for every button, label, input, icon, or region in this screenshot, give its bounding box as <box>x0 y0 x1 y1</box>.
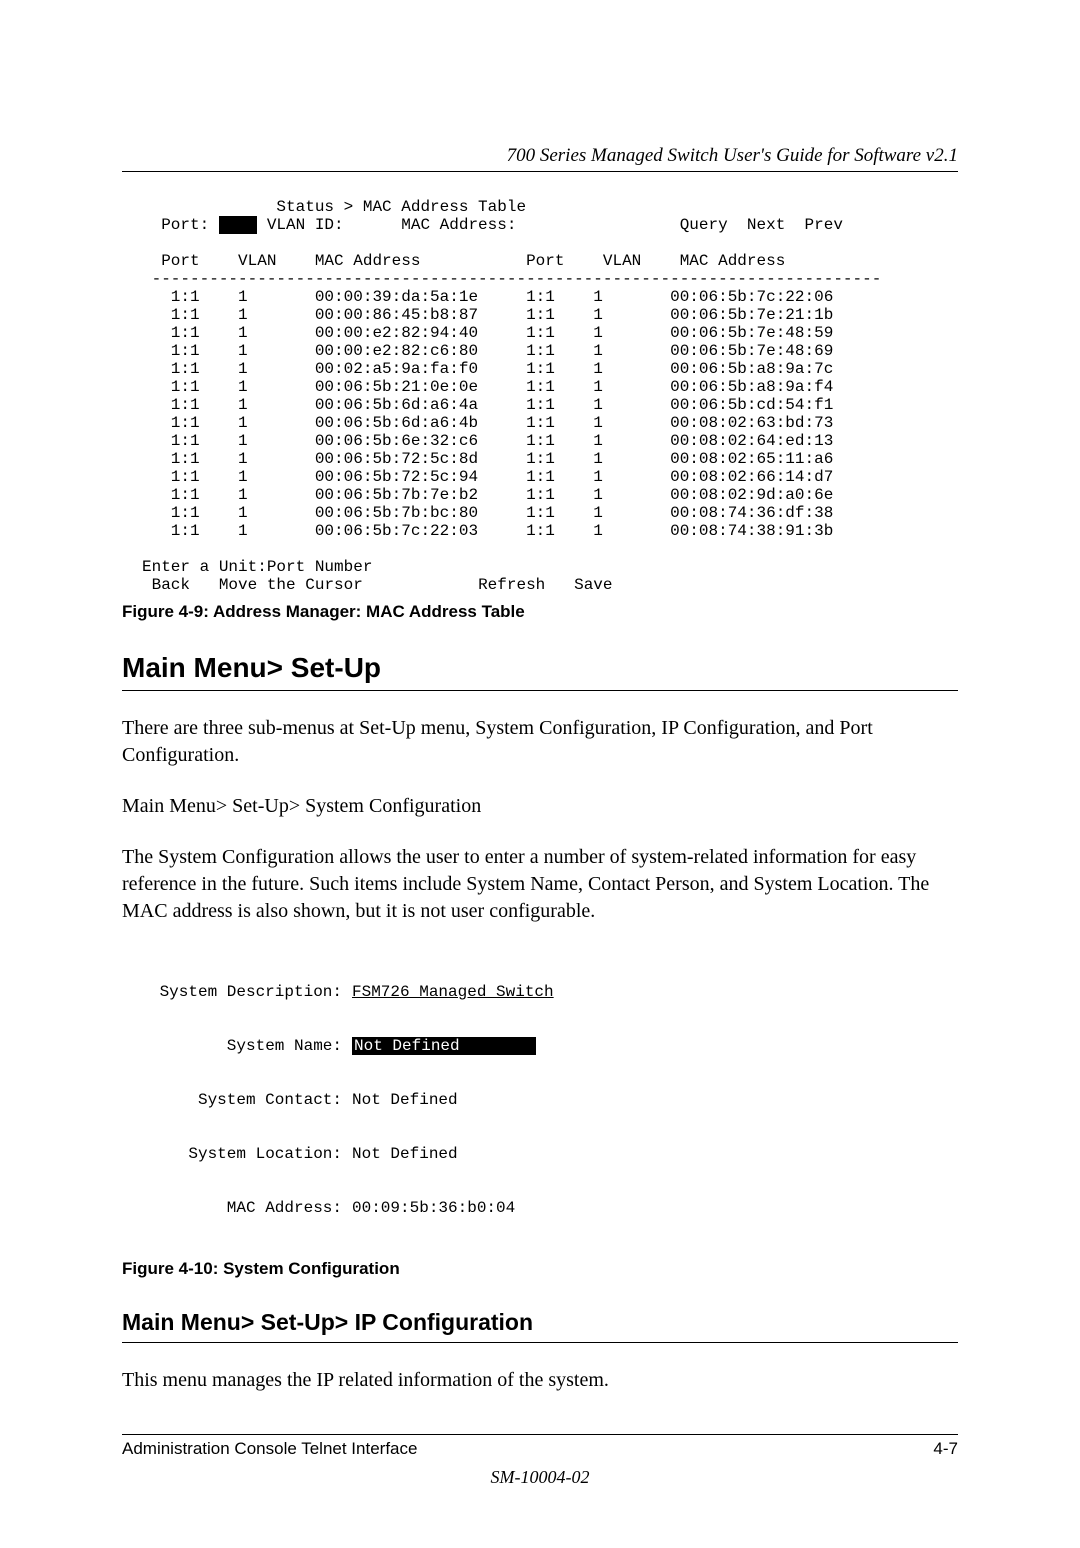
setup-intro-paragraph: There are three sub-menus at Set-Up menu… <box>122 715 958 769</box>
sys-contact-value: Not Defined <box>352 1091 458 1109</box>
figure-4-9-caption: Figure 4-9: Address Manager: MAC Address… <box>122 602 958 622</box>
footer-center-text: SM-10004-02 <box>122 1467 958 1488</box>
sys-name-value: Not Defined <box>352 1037 536 1055</box>
sys-contact-label: System Contact: <box>152 1091 352 1109</box>
setup-path-line: Main Menu> Set-Up> System Configuration <box>122 793 958 820</box>
sys-desc-value: FSM726 Managed Switch <box>352 983 554 1001</box>
subsection-heading-ipconfig: Main Menu> Set-Up> IP Configuration <box>122 1309 958 1343</box>
mac-address-table-terminal: Status > MAC Address Table Port: VLAN ID… <box>142 198 958 594</box>
footer-left-text: Administration Console Telnet Interface <box>122 1439 417 1459</box>
system-config-paragraph: The System Configuration allows the user… <box>122 844 958 925</box>
sys-location-value: Not Defined <box>352 1145 458 1163</box>
running-header: 700 Series Managed Switch User's Guide f… <box>122 145 958 172</box>
sys-mac-label: MAC Address: <box>152 1199 352 1217</box>
sys-mac-value: 00:09:5b:36:b0:04 <box>352 1199 515 1217</box>
ipconfig-paragraph: This menu manages the IP related informa… <box>122 1367 958 1394</box>
sys-location-label: System Location: <box>152 1145 352 1163</box>
system-config-terminal: System Description:FSM726 Managed Switch… <box>152 947 958 1253</box>
figure-4-10-caption: Figure 4-10: System Configuration <box>122 1259 958 1279</box>
sys-name-label: System Name: <box>152 1037 352 1055</box>
sys-desc-label: System Description: <box>152 983 352 1001</box>
section-heading-setup: Main Menu> Set-Up <box>122 652 958 691</box>
footer-page-number: 4-7 <box>933 1439 958 1459</box>
